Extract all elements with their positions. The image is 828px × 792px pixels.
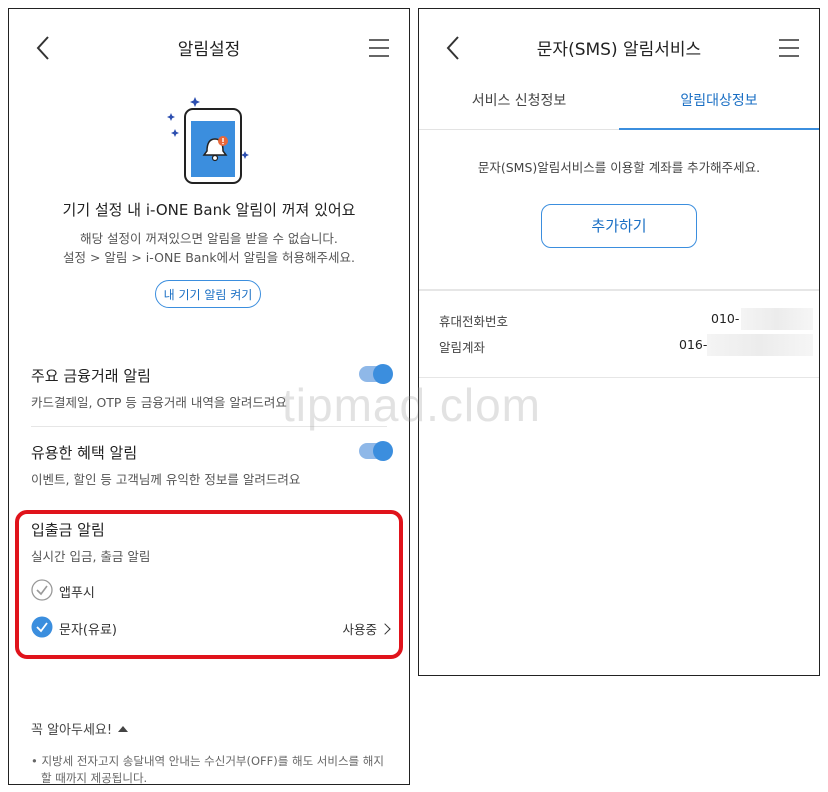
tab-bar: 서비스 신청정보 알림대상정보 <box>419 89 819 130</box>
enable-device-notification-button[interactable]: 내 기기 알림 켜기 <box>155 280 261 308</box>
notice-title: 꼭 알아두세요! <box>31 723 113 738</box>
setting-desc-financial: 카드결제일, OTP 등 금융거래 내역을 알려드려요 <box>31 395 287 410</box>
add-button[interactable]: 추가하기 <box>541 204 697 248</box>
phone-label: 휴대전화번호 <box>439 314 509 329</box>
toggle-financial[interactable] <box>359 364 393 384</box>
phone-bell-illustration <box>167 97 249 184</box>
caret-up-icon <box>118 726 129 732</box>
sms-label: 문자(유료) <box>59 623 117 638</box>
setting-title-benefit: 유용한 혜택 알림 <box>31 444 138 462</box>
setting-title-financial: 주요 금융거래 알림 <box>31 367 151 385</box>
section-divider <box>419 289 819 291</box>
sms-check-icon[interactable] <box>31 616 53 638</box>
notice-toggle[interactable]: 꼭 알아두세요! <box>31 719 129 738</box>
account-label: 알림계좌 <box>439 340 486 355</box>
header: 문자(SMS) 알림서비스 <box>419 9 819 89</box>
toggle-benefit[interactable] <box>359 441 393 461</box>
account-value: 016- <box>679 337 708 352</box>
phone-value: 010- <box>711 311 740 326</box>
notice-text-2: 할 때까지 제공됩니다. <box>41 771 148 785</box>
page-title: 알림설정 <box>177 40 241 60</box>
toggle-knob <box>373 441 393 461</box>
hamburger-menu-icon[interactable] <box>777 37 801 59</box>
toggle-knob <box>373 364 393 384</box>
hamburger-menu-icon[interactable] <box>367 37 391 59</box>
tab-service-info[interactable]: 서비스 신청정보 <box>419 89 619 129</box>
notice-text-1: • 지방세 전자고지 송달내역 안내는 수신거부(OFF)를 해도 서비스를 해… <box>31 754 384 768</box>
notification-settings-screen: 알림설정 기기 설정 내 i-ONE Bank 알림이 꺼져 있어요 해당 설정… <box>8 8 410 785</box>
sms-in-use-link[interactable]: 사용중 <box>342 619 391 638</box>
app-push-label: 앱푸시 <box>59 586 95 601</box>
notice-heading: 기기 설정 내 i-ONE Bank 알림이 꺼져 있어요 <box>62 201 356 219</box>
add-account-message: 문자(SMS)알림서비스를 이용할 계좌를 추가해주세요. <box>477 160 761 175</box>
notice-line-2: 설정 > 알림 > i-ONE Bank에서 알림을 허용해주세요. <box>62 250 356 265</box>
deposit-alert-title: 입출금 알림 <box>31 521 105 539</box>
masked-account-number <box>707 334 813 356</box>
masked-phone-number <box>741 308 813 330</box>
divider <box>419 377 819 378</box>
deposit-alert-desc: 실시간 입금, 출금 알림 <box>31 549 151 564</box>
header: 알림설정 <box>9 9 409 89</box>
page-title: 문자(SMS) 알림서비스 <box>536 40 702 60</box>
tab-target-info[interactable]: 알림대상정보 <box>619 89 819 129</box>
active-tab-indicator <box>619 128 819 130</box>
setting-desc-benefit: 이벤트, 할인 등 고객님께 유익한 정보를 알려드려요 <box>31 472 301 487</box>
divider <box>31 426 387 427</box>
in-use-status: 사용중 <box>342 622 377 637</box>
sms-alert-service-screen: 문자(SMS) 알림서비스 서비스 신청정보 알림대상정보 문자(SMS)알림서… <box>418 8 820 676</box>
chevron-right-icon <box>379 623 391 635</box>
app-push-check-icon[interactable] <box>31 579 53 601</box>
notice-line-1: 해당 설정이 꺼져있으면 알림을 받을 수 없습니다. <box>80 231 338 246</box>
